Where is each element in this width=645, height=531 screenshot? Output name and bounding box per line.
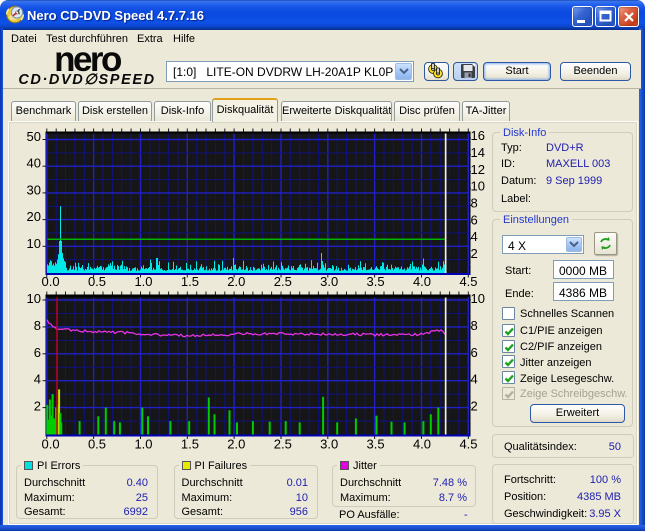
svg-text:4.5: 4.5 xyxy=(459,437,477,452)
svg-text:2: 2 xyxy=(471,246,478,261)
svg-text:8: 8 xyxy=(34,318,41,333)
svg-text:40: 40 xyxy=(27,156,41,171)
svg-text:16: 16 xyxy=(471,128,485,143)
svg-text:1.5: 1.5 xyxy=(181,437,199,452)
svg-text:4: 4 xyxy=(471,229,478,244)
svg-text:1.5: 1.5 xyxy=(181,274,199,289)
svg-text:12: 12 xyxy=(471,162,485,177)
svg-text:2: 2 xyxy=(471,399,478,414)
svg-text:1.0: 1.0 xyxy=(134,437,152,452)
svg-text:4: 4 xyxy=(34,372,41,387)
svg-text:2: 2 xyxy=(34,399,41,414)
svg-text:8: 8 xyxy=(471,196,478,211)
svg-text:4.0: 4.0 xyxy=(413,437,431,452)
svg-text:8: 8 xyxy=(471,318,478,333)
svg-text:6: 6 xyxy=(471,212,478,227)
svg-text:2.0: 2.0 xyxy=(227,437,245,452)
svg-text:4.0: 4.0 xyxy=(413,274,431,289)
svg-text:6: 6 xyxy=(471,345,478,360)
svg-text:14: 14 xyxy=(471,145,485,160)
svg-text:0.5: 0.5 xyxy=(88,274,106,289)
svg-text:50: 50 xyxy=(27,129,41,144)
svg-text:0.5: 0.5 xyxy=(88,437,106,452)
svg-text:3.5: 3.5 xyxy=(367,274,385,289)
svg-text:20: 20 xyxy=(27,209,41,224)
svg-text:10: 10 xyxy=(27,236,41,251)
svg-text:0.0: 0.0 xyxy=(42,437,60,452)
svg-text:3.5: 3.5 xyxy=(367,437,385,452)
svg-text:4: 4 xyxy=(471,372,478,387)
svg-text:30: 30 xyxy=(27,182,41,197)
svg-text:2.5: 2.5 xyxy=(274,274,292,289)
svg-text:2.5: 2.5 xyxy=(274,437,292,452)
svg-text:0.0: 0.0 xyxy=(42,274,60,289)
svg-text:2.0: 2.0 xyxy=(227,274,245,289)
svg-text:3.0: 3.0 xyxy=(320,274,338,289)
svg-text:1.0: 1.0 xyxy=(134,274,152,289)
svg-text:3.0: 3.0 xyxy=(320,437,338,452)
svg-text:10: 10 xyxy=(471,291,485,306)
svg-text:10: 10 xyxy=(471,179,485,194)
svg-text:4.5: 4.5 xyxy=(459,274,477,289)
svg-text:10: 10 xyxy=(27,291,41,306)
svg-text:6: 6 xyxy=(34,345,41,360)
